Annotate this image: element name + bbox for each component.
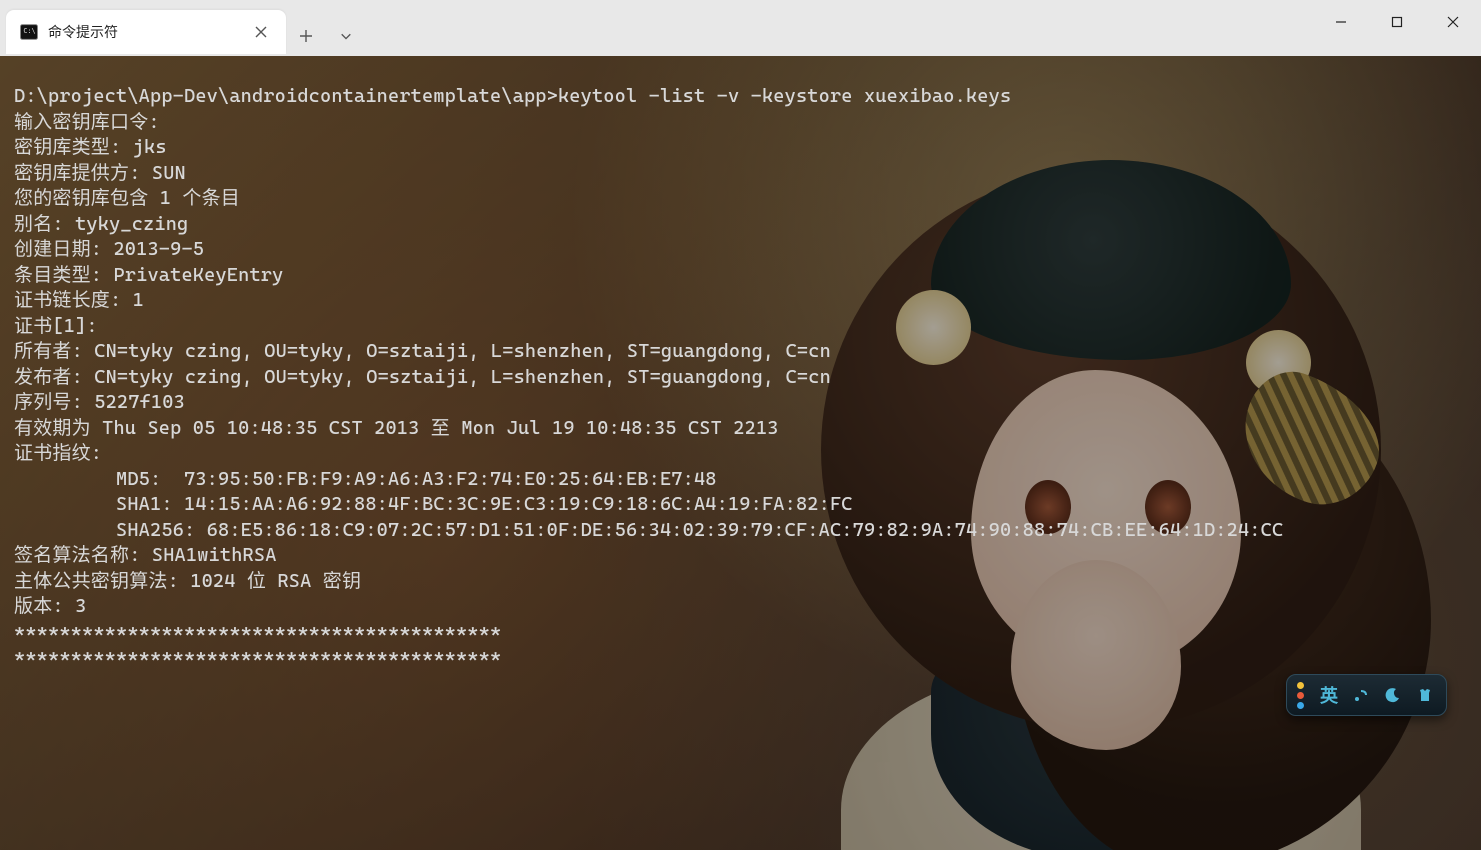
tab-close-button[interactable] bbox=[248, 19, 274, 45]
ime-drag-handle-icon[interactable] bbox=[1297, 682, 1304, 709]
tab-active[interactable]: C:\ 命令提示符 bbox=[6, 10, 286, 54]
close-window-button[interactable] bbox=[1425, 0, 1481, 44]
maximize-button[interactable] bbox=[1369, 0, 1425, 44]
ime-floating-bar[interactable]: 英 bbox=[1286, 674, 1447, 716]
terminal-line: SHA1: 14:15:AA:A6:92:88:4F:BC:3C:9E:C3:1… bbox=[14, 492, 1467, 518]
terminal-line: 证书[1]: bbox=[14, 314, 1467, 340]
terminal-line: 序列号: 5227f103 bbox=[14, 390, 1467, 416]
terminal-line: 版本: 3 bbox=[14, 594, 1467, 620]
svg-text:C:\: C:\ bbox=[23, 27, 35, 35]
window-controls bbox=[1313, 0, 1481, 44]
terminal-line: 发布者: CN=tyky czing, OU=tyky, O=sztaiji, … bbox=[14, 365, 1467, 391]
terminal-line: 证书指纹: bbox=[14, 441, 1467, 467]
terminal-line: SHA256: 68:E5:86:18:C9:07:2C:57:D1:51:0F… bbox=[14, 518, 1467, 544]
terminal-line: 证书链长度: 1 bbox=[14, 288, 1467, 314]
terminal-line: 别名: tyky_czing bbox=[14, 212, 1467, 238]
terminal-line: 创建日期: 2013-9-5 bbox=[14, 237, 1467, 263]
tab-title: 命令提示符 bbox=[48, 22, 238, 42]
terminal-output[interactable]: D:\project\App-Dev\androidcontainertempl… bbox=[0, 56, 1481, 685]
terminal-line: ****************************************… bbox=[14, 620, 1467, 646]
minimize-button[interactable] bbox=[1313, 0, 1369, 44]
cmd-icon: C:\ bbox=[20, 23, 38, 41]
new-tab-button[interactable] bbox=[286, 14, 326, 58]
ime-language-indicator[interactable]: 英 bbox=[1320, 682, 1338, 708]
terminal-line: MD5: 73:95:50:FB:F9:A9:A6:A3:F2:74:E0:25… bbox=[14, 467, 1467, 493]
tab-dropdown-button[interactable] bbox=[326, 14, 366, 58]
titlebar[interactable]: C:\ 命令提示符 bbox=[0, 0, 1481, 56]
terminal-line: D:\project\App-Dev\androidcontainertempl… bbox=[14, 84, 1467, 110]
terminal-line: 输入密钥库口令: bbox=[14, 110, 1467, 136]
terminal-line: 签名算法名称: SHA1withRSA bbox=[14, 543, 1467, 569]
terminal-line: 密钥库提供方: SUN bbox=[14, 161, 1467, 187]
terminal-line: 主体公共密钥算法: 1024 位 RSA 密钥 bbox=[14, 569, 1467, 595]
tab-strip: C:\ 命令提示符 bbox=[0, 0, 366, 56]
window-root: C:\ 命令提示符 bbox=[0, 0, 1481, 850]
terminal-line: 所有者: CN=tyky czing, OU=tyky, O=sztaiji, … bbox=[14, 339, 1467, 365]
terminal-area[interactable]: D:\project\App-Dev\androidcontainertempl… bbox=[0, 56, 1481, 850]
ime-shirt-icon[interactable] bbox=[1416, 686, 1434, 704]
terminal-line: 条目类型: PrivateKeyEntry bbox=[14, 263, 1467, 289]
ime-punctuation-icon[interactable] bbox=[1352, 686, 1370, 704]
ime-moon-icon[interactable] bbox=[1384, 686, 1402, 704]
terminal-line: 您的密钥库包含 1 个条目 bbox=[14, 186, 1467, 212]
terminal-line: ****************************************… bbox=[14, 645, 1467, 671]
terminal-line: 密钥库类型: jks bbox=[14, 135, 1467, 161]
terminal-line: 有效期为 Thu Sep 05 10:48:35 CST 2013 至 Mon … bbox=[14, 416, 1467, 442]
